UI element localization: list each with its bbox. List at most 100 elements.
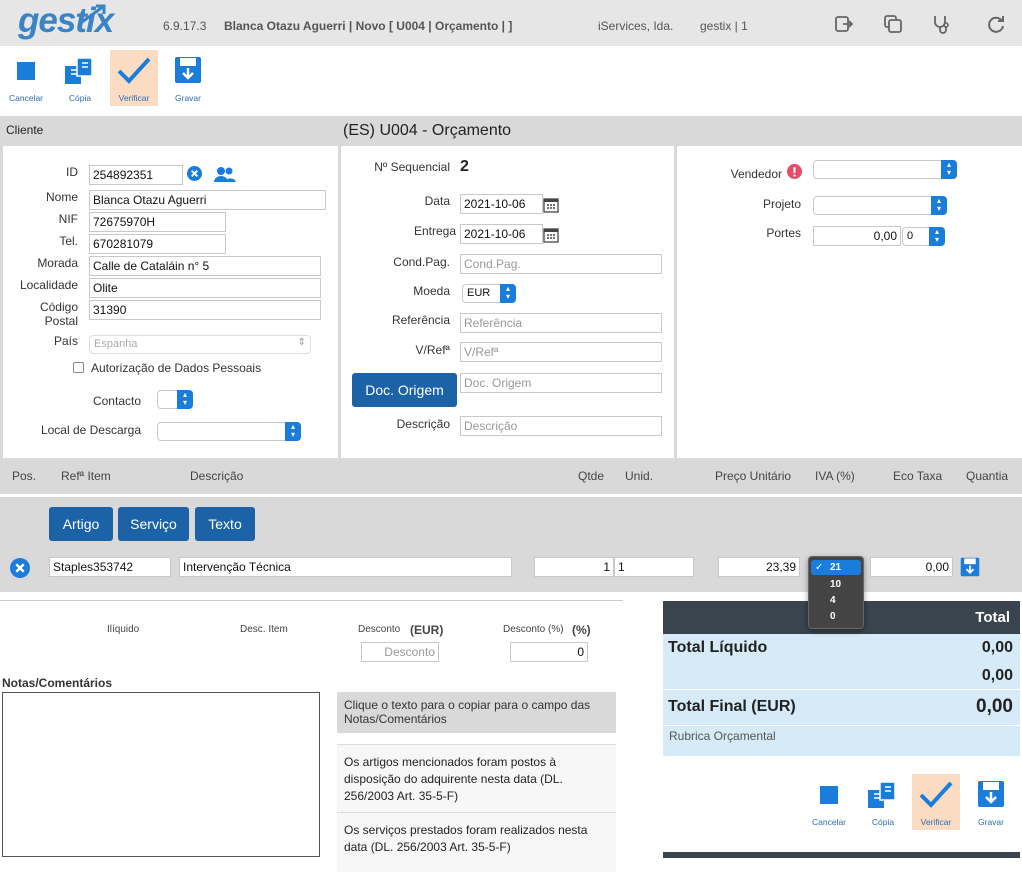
cancel-button[interactable]: Cancelar <box>805 774 853 830</box>
users-icon[interactable] <box>213 166 237 182</box>
tel-field[interactable]: 670281079 <box>89 234 226 254</box>
add-article-button[interactable]: Artigo <box>49 507 113 541</box>
logo-swoosh-icon <box>81 4 106 24</box>
your-ref-field[interactable]: V/Refª <box>460 342 662 362</box>
main-toolbar: Cancelar Cópia Verificar Gravar <box>0 46 1022 116</box>
seller-label: Vendedor <box>730 167 782 181</box>
save-icon <box>175 57 201 83</box>
pais-label: País <box>53 334 78 348</box>
shipping-field[interactable]: 0,00 <box>813 226 901 246</box>
cp-label-1: Código <box>39 300 78 314</box>
unloading-place-select[interactable]: ▴ ▾ <box>157 422 301 441</box>
reference-label: Referência <box>391 313 450 327</box>
add-text-button[interactable]: Texto <box>195 507 255 541</box>
tax-total-value: 0,00 <box>981 667 1013 684</box>
id-label: ID <box>66 165 78 179</box>
line-unit-field[interactable]: 1 <box>614 557 694 577</box>
copy-button[interactable]: Cópia <box>859 774 907 830</box>
refresh-icon[interactable] <box>986 14 1006 34</box>
vat-option[interactable]: 4 <box>809 593 863 608</box>
copy-button[interactable]: Cópia <box>56 50 104 106</box>
project-select[interactable]: ▴ ▾ <box>813 196 947 215</box>
notes-snippet[interactable]: Os artigos mencionados foram postos à di… <box>337 744 616 812</box>
line-description-field[interactable]: Intervenção Técnica <box>179 557 512 577</box>
discount-amount-field[interactable]: Desconto <box>361 642 439 662</box>
sequence-label: Nº Sequencial <box>374 160 450 174</box>
top-bar: gestix 6.9.17.3 Blanca Otazu Aguerri | N… <box>0 0 1022 46</box>
col-description: Descrição <box>190 469 244 483</box>
source-doc-field[interactable]: Doc. Origem <box>460 373 662 393</box>
document-panel: Nº Sequencial 2 Data 2021-10-06 Entrega … <box>341 146 674 458</box>
notes-snippet[interactable]: Os serviços prestados foram realizados n… <box>337 812 616 872</box>
date-field[interactable]: 2021-10-06 <box>460 194 543 214</box>
contact-select[interactable]: ▴ ▾ <box>157 390 193 409</box>
verify-button[interactable]: Verificar <box>110 50 158 106</box>
notes-title: Notas/Comentários <box>2 676 113 690</box>
name-label: Nome <box>45 190 78 204</box>
shipping-tax-select[interactable]: 0 ▴ ▾ <box>902 227 945 246</box>
client-name-field[interactable]: Blanca Otazu Aguerri <box>89 190 326 210</box>
page-title: (ES) U004 - Orçamento <box>343 122 512 139</box>
data-consent-label: Autorização de Dados Pessoais <box>91 361 262 375</box>
nif-label: NIF <box>58 212 78 226</box>
line-qty-field[interactable]: 1 <box>534 557 614 577</box>
line-ref-field[interactable]: Staples353742 <box>49 557 171 577</box>
localidade-field[interactable]: Olite <box>89 278 321 298</box>
items-area: Artigo Serviço Texto Staples353742 Inter… <box>0 497 1022 592</box>
divider <box>663 852 1020 858</box>
notes-textarea[interactable] <box>2 692 320 857</box>
verify-button[interactable]: Verificar <box>912 774 960 830</box>
discount-pct-field[interactable]: 0 <box>510 642 588 662</box>
sequence-value: 2 <box>460 158 469 175</box>
payment-terms-label: Cond.Pag. <box>393 255 450 269</box>
reference-field[interactable]: Referência <box>460 313 662 333</box>
col-eco-tax: Eco Taxa <box>893 469 943 483</box>
windows-icon[interactable] <box>883 14 903 34</box>
vat-dropdown[interactable]: ✓ 21 10 4 0 <box>808 556 864 629</box>
seller-select[interactable]: ▴ ▾ <box>813 160 957 179</box>
save-button[interactable]: Gravar <box>967 774 1015 830</box>
check-icon: ✓ <box>815 562 824 573</box>
version-label: 6.9.17.3 <box>163 19 207 33</box>
stop-icon <box>17 62 35 80</box>
remove-line-icon[interactable] <box>10 558 30 578</box>
chevron-updown-icon: ▴ ▾ <box>941 160 957 179</box>
checkmark-icon <box>919 781 953 808</box>
calendar-icon[interactable] <box>543 197 559 213</box>
chevron-updown-icon: ▴ ▾ <box>929 227 945 246</box>
divider <box>0 600 623 601</box>
logout-icon[interactable] <box>834 14 854 34</box>
clear-client-icon[interactable] <box>187 166 202 181</box>
country-select[interactable]: Espanha ⇕ <box>89 335 311 354</box>
postal-code-field[interactable]: 31390 <box>89 300 321 320</box>
alert-icon <box>787 164 802 179</box>
payment-terms-field[interactable]: Cond.Pag. <box>460 254 662 274</box>
description-field[interactable]: Descrição <box>460 416 662 436</box>
date-label: Data <box>424 194 450 208</box>
delivery-date-field[interactable]: 2021-10-06 <box>460 224 543 244</box>
stethoscope-icon[interactable] <box>932 14 952 34</box>
vat-option[interactable]: 0 <box>809 609 863 624</box>
line-eco-tax-field[interactable]: 0,00 <box>870 557 953 577</box>
nif-field[interactable]: 72675970H <box>89 212 226 232</box>
shipping-label: Portes <box>766 226 801 240</box>
client-id-field[interactable]: 254892351 <box>89 165 183 185</box>
cp-label-2: Postal <box>44 314 78 328</box>
save-button[interactable]: Gravar <box>164 50 212 106</box>
line-price-field[interactable]: 23,39 <box>718 557 800 577</box>
add-service-button[interactable]: Serviço <box>118 507 189 541</box>
discount-pct-unit: (%) <box>572 623 591 637</box>
cancel-button[interactable]: Cancelar <box>2 50 50 106</box>
calendar-icon[interactable] <box>543 227 559 243</box>
delivery-label: Entrega <box>413 224 456 238</box>
vat-option[interactable]: 10 <box>809 577 863 592</box>
save-line-icon[interactable] <box>960 557 980 577</box>
source-doc-button[interactable]: Doc. Origem <box>352 373 457 407</box>
vat-option[interactable]: ✓ 21 <box>811 560 861 575</box>
currency-select[interactable]: EUR ▴ ▾ <box>462 284 516 303</box>
copy-icon <box>65 57 93 84</box>
morada-field[interactable]: Calle de Cataláin n° 5 <box>89 256 321 276</box>
data-consent-checkbox[interactable] <box>73 362 84 373</box>
form-panels: ID 254892351 Nome Blanca Otazu Aguerri N… <box>0 146 1022 458</box>
final-total-value: 0,00 <box>976 696 1013 717</box>
